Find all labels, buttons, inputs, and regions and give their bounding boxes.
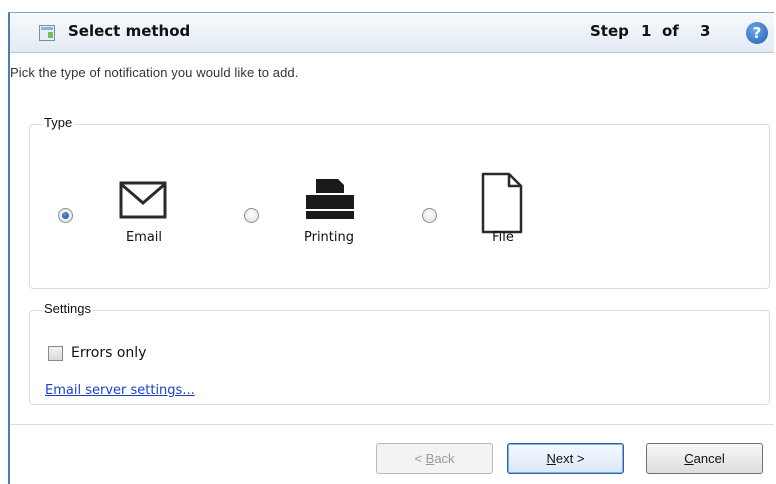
next-rest: ext >: [555, 451, 585, 466]
envelope-icon: [119, 181, 167, 219]
step-word: Step: [590, 22, 629, 40]
printing-label[interactable]: Printing: [289, 230, 369, 245]
wizard-icon: [39, 25, 55, 41]
email-server-settings-link[interactable]: Email server settings...: [45, 383, 195, 398]
step-total: 3: [700, 22, 711, 40]
type-group-label: Type: [42, 115, 75, 130]
settings-group-label: Settings: [42, 301, 93, 316]
next-mnemonic: N: [546, 451, 556, 466]
errors-only-checkbox[interactable]: [48, 346, 63, 361]
settings-group: Settings Errors only Email server settin…: [29, 301, 770, 405]
back-prefix: <: [414, 451, 426, 466]
email-radio[interactable]: [58, 208, 73, 223]
type-group: Type Email Printing File: [29, 115, 770, 289]
file-radio[interactable]: [422, 208, 437, 223]
step-current: 1: [641, 22, 652, 40]
help-icon[interactable]: ?: [746, 22, 768, 44]
footer-separator: [10, 424, 774, 425]
errors-only-label[interactable]: Errors only: [71, 345, 146, 361]
dialog-title: Select method: [68, 22, 191, 40]
cancel-rest: ancel: [693, 451, 725, 466]
step-of: of: [662, 22, 679, 40]
select-method-dialog: Select method Step 1 of 3 ? Pick the typ…: [8, 12, 774, 484]
printer-icon: [306, 179, 354, 219]
printing-radio[interactable]: [244, 208, 259, 223]
title-bar: Select method Step 1 of 3 ?: [10, 13, 774, 53]
instruction-text: Pick the type of notification you would …: [10, 65, 299, 80]
back-rest: ack: [434, 451, 455, 466]
cancel-mnemonic: C: [684, 451, 694, 466]
cancel-button[interactable]: Cancel: [646, 443, 763, 474]
file-label[interactable]: File: [463, 230, 543, 245]
file-icon: [481, 172, 523, 234]
email-label[interactable]: Email: [104, 230, 184, 245]
next-button[interactable]: Next >: [507, 443, 624, 474]
back-button[interactable]: < Back: [376, 443, 493, 474]
